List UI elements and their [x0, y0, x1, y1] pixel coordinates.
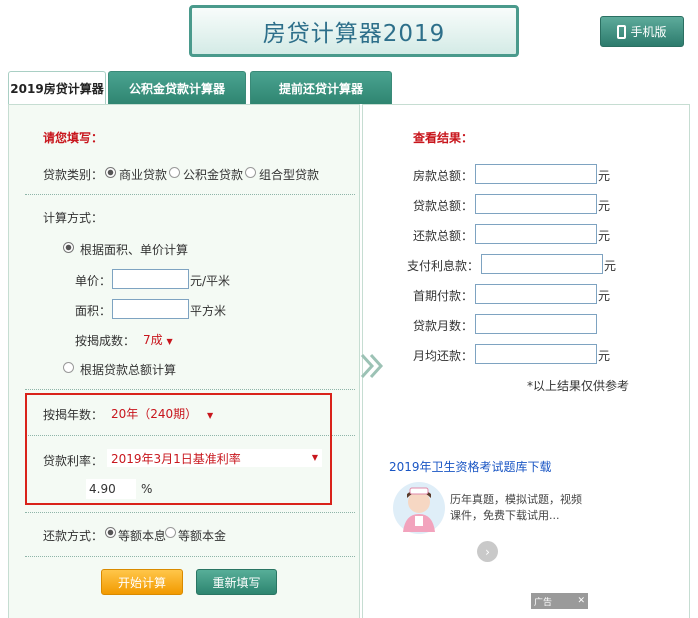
fill-heading: 请您填写：	[43, 131, 104, 145]
repay-label: 还款方式：	[43, 529, 104, 543]
tab-mortgage-calculator[interactable]: 2019房贷计算器	[8, 71, 106, 105]
area-unit: 平方米	[190, 304, 227, 318]
result-unit: 元	[604, 259, 617, 273]
result-interest-field[interactable]	[481, 254, 603, 274]
area-input[interactable]	[112, 299, 189, 319]
result-unit: 元	[598, 349, 611, 363]
results-note: *以上结果仅供参考	[527, 379, 630, 393]
result-unit: 元	[598, 169, 611, 183]
start-calc-button[interactable]: 开始计算	[101, 569, 183, 595]
chevron-right-icon[interactable]: ›	[477, 541, 498, 562]
divider	[25, 194, 355, 195]
mobile-version-button[interactable]: 手机版	[600, 16, 684, 47]
calc-method-label: 计算方式：	[43, 211, 104, 225]
radio-by-area-label: 根据面积、单价计算	[80, 243, 189, 257]
loan-type-label: 贷款类别：	[43, 168, 104, 182]
divider	[25, 556, 355, 557]
result-label-repay-total: 还款总额：	[413, 229, 474, 243]
close-icon[interactable]: ✕	[577, 596, 585, 606]
phone-icon	[617, 24, 627, 39]
result-loan-total-field[interactable]	[475, 194, 597, 214]
area-label: 面积：	[75, 304, 112, 318]
reset-button[interactable]: 重新填写	[196, 569, 277, 595]
radio-combined-loan[interactable]	[245, 167, 256, 178]
result-unit: 元	[598, 229, 611, 243]
result-unit: 元	[598, 199, 611, 213]
result-house-total-field[interactable]	[475, 164, 597, 184]
ad-tag-label: 广告	[534, 597, 553, 608]
tab-prepayment-calculator[interactable]: 提前还贷计算器	[250, 71, 392, 104]
radio-equal-principal[interactable]	[165, 527, 176, 538]
radio-commercial-loan-label: 商业贷款	[119, 168, 168, 182]
ratio-select-value: 7成	[143, 333, 163, 347]
results-heading: 查看结果：	[413, 131, 474, 145]
radio-equal-principal-label: 等额本金	[178, 529, 227, 543]
nurse-icon	[403, 487, 435, 532]
app-title-banner: 房贷计算器2019	[189, 5, 519, 57]
radio-provident-loan-label: 公积金贷款	[183, 168, 244, 182]
result-label-months: 贷款月数：	[413, 319, 474, 333]
double-chevron-right-icon	[360, 353, 384, 379]
result-down-payment-field[interactable]	[475, 284, 597, 304]
radio-equal-installment-label: 等额本息	[118, 529, 167, 543]
tab-provident-fund-calculator[interactable]: 公积金贷款计算器	[108, 71, 246, 104]
divider	[25, 389, 355, 390]
unit-price-unit: 元/平米	[190, 274, 231, 288]
result-label-down-payment: 首期付款：	[413, 289, 474, 303]
ad-tag[interactable]: 广告 ✕	[531, 593, 588, 609]
mobile-label: 手机版	[630, 25, 667, 39]
result-label-monthly: 月均还款：	[413, 349, 474, 363]
unit-price-label: 单价：	[75, 274, 112, 288]
radio-provident-loan[interactable]	[169, 167, 180, 178]
result-label-house-total: 房款总额：	[413, 169, 474, 183]
ad-title[interactable]: 2019年卫生资格考试题库下载	[389, 458, 552, 475]
radio-equal-installment[interactable]	[105, 527, 116, 538]
radio-commercial-loan[interactable]	[105, 167, 116, 178]
caret-down-icon: ▼	[166, 337, 173, 346]
highlight-box	[25, 393, 332, 505]
radio-by-area[interactable]	[63, 242, 74, 253]
ratio-select[interactable]: 7成 ▼	[143, 331, 173, 348]
result-repay-total-field[interactable]	[475, 224, 597, 244]
result-label-loan-total: 贷款总额：	[413, 199, 474, 213]
unit-price-input[interactable]	[112, 269, 189, 289]
ad-description: 历年真题，模拟试题，视频课件，免费下载试用...	[450, 493, 582, 522]
divider	[25, 512, 355, 513]
result-unit: 元	[598, 289, 611, 303]
nurse-avatar	[393, 482, 445, 534]
radio-by-total[interactable]	[63, 362, 74, 373]
result-monthly-field[interactable]	[475, 344, 597, 364]
ratio-label: 按揭成数：	[75, 334, 136, 348]
radio-combined-loan-label: 组合型贷款	[259, 168, 320, 182]
radio-by-total-label: 根据贷款总额计算	[80, 363, 177, 377]
result-months-field[interactable]	[475, 314, 597, 334]
app-title: 房贷计算器2019	[262, 21, 446, 47]
result-label-interest: 支付利息款：	[407, 259, 480, 273]
